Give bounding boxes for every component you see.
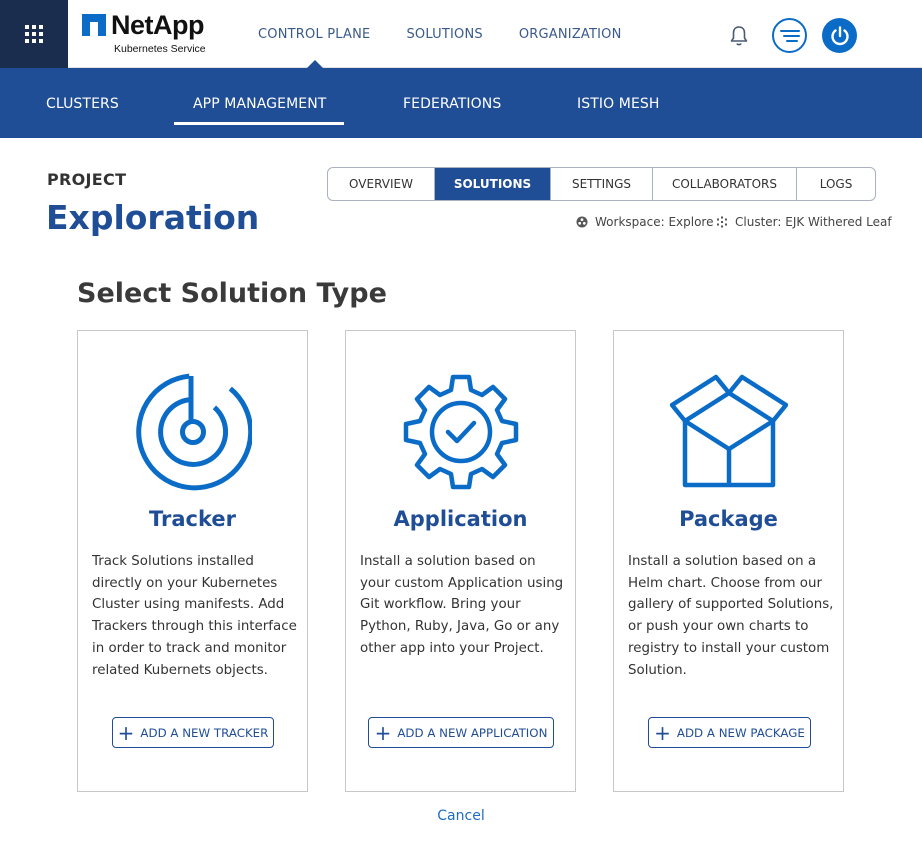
gear-check-icon bbox=[403, 374, 518, 490]
menu-button[interactable] bbox=[772, 18, 807, 53]
active-tab-underline bbox=[174, 122, 344, 125]
bell-icon bbox=[730, 26, 748, 46]
add-tracker-button[interactable]: + ADD A NEW TRACKER bbox=[112, 717, 274, 748]
power-icon bbox=[830, 25, 849, 45]
project-tabs: OVERVIEW SOLUTIONS SETTINGS COLLABORATOR… bbox=[327, 167, 876, 201]
cluster-label: Cluster: EJK Withered Leaf bbox=[735, 215, 892, 229]
netapp-logo-mark-icon bbox=[82, 14, 106, 36]
top-nav: CONTROL PLANE SOLUTIONS ORGANIZATION bbox=[258, 27, 658, 42]
menu-lines-icon bbox=[779, 29, 800, 42]
project-tab-collaborators[interactable]: COLLABORATORS bbox=[653, 168, 797, 200]
tab-app-management[interactable]: APP MANAGEMENT bbox=[193, 96, 326, 112]
card-title: Package bbox=[679, 507, 778, 531]
cancel-link[interactable]: Cancel bbox=[0, 808, 922, 824]
project-name: Exploration bbox=[46, 198, 260, 237]
add-package-label: ADD A NEW PACKAGE bbox=[676, 725, 805, 740]
sub-nav: CLUSTERS APP MANAGEMENT FEDERATIONS ISTI… bbox=[0, 68, 922, 138]
cluster-icon bbox=[717, 216, 727, 228]
workspace-icon bbox=[576, 216, 588, 228]
tab-istio-mesh[interactable]: ISTIO MESH bbox=[577, 96, 660, 112]
tab-federations[interactable]: FEDERATIONS bbox=[403, 96, 501, 112]
solution-card-package[interactable]: Package Install a solution based on a He… bbox=[613, 330, 844, 792]
grid-icon bbox=[25, 25, 43, 43]
project-tab-logs[interactable]: LOGS bbox=[797, 168, 875, 200]
brand-name: NetApp bbox=[111, 10, 205, 40]
add-package-button[interactable]: + ADD A NEW PACKAGE bbox=[648, 717, 811, 748]
top-nav-control-plane[interactable]: CONTROL PLANE bbox=[258, 27, 370, 42]
app-grid-button[interactable] bbox=[0, 0, 68, 68]
add-application-label: ADD A NEW APPLICATION bbox=[397, 725, 548, 740]
card-title: Application bbox=[393, 507, 528, 531]
top-header: NetApp Kubernetes Service CONTROL PLANE … bbox=[0, 0, 922, 69]
card-description: Track Solutions installed directly on yo… bbox=[92, 554, 297, 678]
card-description: Install a solution based on your custom … bbox=[360, 554, 564, 656]
brand-subtitle: Kubernetes Service bbox=[114, 43, 206, 55]
card-title: Tracker bbox=[149, 507, 236, 531]
tab-clusters[interactable]: CLUSTERS bbox=[46, 96, 119, 112]
project-tab-overview[interactable]: OVERVIEW bbox=[328, 168, 435, 200]
package-box-icon bbox=[669, 374, 788, 488]
top-nav-organization[interactable]: ORGANIZATION bbox=[519, 27, 622, 42]
project-label: PROJECT bbox=[47, 170, 127, 189]
workspace-label: Workspace: Explore bbox=[595, 215, 714, 229]
top-nav-solutions[interactable]: SOLUTIONS bbox=[406, 27, 482, 42]
workspace-info: Workspace: Explore bbox=[576, 215, 713, 229]
cluster-info: Cluster: EJK Withered Leaf bbox=[716, 215, 892, 229]
plus-icon: + bbox=[117, 720, 135, 745]
plus-icon: + bbox=[374, 720, 392, 745]
card-description: Install a solution based on a Helm chart… bbox=[628, 554, 834, 678]
add-tracker-label: ADD A NEW TRACKER bbox=[140, 725, 269, 740]
project-tab-solutions[interactable]: SOLUTIONS bbox=[435, 168, 551, 200]
tracker-icon bbox=[135, 373, 252, 491]
add-application-button[interactable]: + ADD A NEW APPLICATION bbox=[368, 717, 554, 748]
power-button[interactable] bbox=[822, 18, 857, 53]
solution-card-tracker[interactable]: Tracker Track Solutions installed direct… bbox=[77, 330, 308, 792]
section-title: Select Solution Type bbox=[77, 278, 387, 309]
project-tab-settings[interactable]: SETTINGS bbox=[551, 168, 653, 200]
notifications-button[interactable] bbox=[727, 24, 751, 52]
plus-icon: + bbox=[654, 720, 671, 745]
solution-card-application[interactable]: Application Install a solution based on … bbox=[345, 330, 576, 792]
